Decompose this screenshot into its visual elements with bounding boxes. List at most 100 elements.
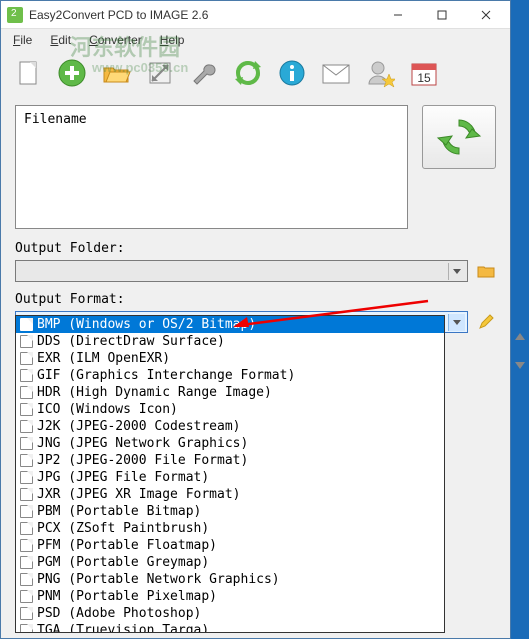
filelist-header: Filename [24, 112, 87, 127]
file-list[interactable]: Filename [15, 105, 408, 229]
format-option-label: EXR (ILM OpenEXR) [37, 351, 170, 366]
chevron-down-icon [448, 263, 465, 280]
format-option-label: ICO (Windows Icon) [37, 402, 178, 417]
refresh-button[interactable] [229, 54, 267, 92]
format-option[interactable]: EXR (ILM OpenEXR) [16, 350, 444, 367]
convert-icon [436, 114, 482, 160]
format-option-label: HDR (High Dynamic Range Image) [37, 385, 272, 400]
mail-icon [321, 61, 351, 85]
resize-button[interactable] [141, 54, 179, 92]
add-button[interactable] [53, 54, 91, 92]
scroll-up-icon[interactable] [513, 330, 527, 342]
mail-button[interactable] [317, 54, 355, 92]
folder-open-icon [477, 263, 495, 279]
format-option-label: PNM (Portable Pixelmap) [37, 589, 217, 604]
format-option-label: PGM (Portable Greymap) [37, 555, 209, 570]
format-option[interactable]: JP2 (JPEG-2000 File Format) [16, 452, 444, 469]
maximize-icon [437, 10, 447, 20]
app-icon [7, 7, 23, 23]
format-option-label: GIF (Graphics Interchange Format) [37, 368, 295, 383]
file-icon [20, 607, 33, 620]
file-icon [20, 437, 33, 450]
format-option-label: PBM (Portable Bitmap) [37, 504, 201, 519]
refresh-icon [233, 58, 263, 88]
close-icon [481, 10, 491, 20]
file-icon [20, 352, 33, 365]
menu-converter[interactable]: Converter [81, 31, 150, 49]
file-icon [20, 624, 33, 633]
app-window: Easy2Convert PCD to IMAGE 2.6 File Edit … [0, 0, 511, 639]
format-option[interactable]: JPG (JPEG File Format) [16, 469, 444, 486]
wrench-icon [190, 59, 218, 87]
maximize-button[interactable] [420, 2, 464, 28]
file-icon [20, 522, 33, 535]
format-option-label: TGA (Truevision Targa) [37, 623, 209, 633]
file-icon [20, 488, 33, 501]
folder-icon [101, 60, 131, 86]
close-button[interactable] [464, 2, 508, 28]
format-option-label: BMP (Windows or OS/2 Bitmap) [37, 317, 256, 332]
file-icon [20, 335, 33, 348]
file-icon [20, 386, 33, 399]
format-option[interactable]: ICO (Windows Icon) [16, 401, 444, 418]
format-option-label: DDS (DirectDraw Surface) [37, 334, 225, 349]
format-option[interactable]: PNM (Portable Pixelmap) [16, 588, 444, 605]
new-file-button[interactable] [9, 54, 47, 92]
file-icon [20, 454, 33, 467]
edit-format-button[interactable] [476, 313, 496, 331]
calendar-icon: 15 [409, 58, 439, 88]
calendar-button[interactable]: 15 [405, 54, 443, 92]
format-option[interactable]: TGA (Truevision Targa) [16, 622, 444, 633]
format-option[interactable]: JXR (JPEG XR Image Format) [16, 486, 444, 503]
file-icon [20, 369, 33, 382]
format-option[interactable]: PNG (Portable Network Graphics) [16, 571, 444, 588]
format-option-label: JP2 (JPEG-2000 File Format) [37, 453, 248, 468]
format-option[interactable]: PFM (Portable Floatmap) [16, 537, 444, 554]
titlebar: Easy2Convert PCD to IMAGE 2.6 [1, 1, 510, 29]
chevron-down-icon [448, 314, 465, 331]
menu-edit[interactable]: Edit [42, 31, 79, 49]
content-area: Filename [1, 95, 510, 239]
format-option[interactable]: GIF (Graphics Interchange Format) [16, 367, 444, 384]
file-icon [20, 556, 33, 569]
file-icon [20, 471, 33, 484]
minimize-button[interactable] [376, 2, 420, 28]
output-format-label: Output Format: [1, 290, 510, 311]
format-option[interactable]: JNG (JPEG Network Graphics) [16, 435, 444, 452]
format-option[interactable]: BMP (Windows or OS/2 Bitmap) [16, 316, 444, 333]
right-scrollbar-area [511, 330, 529, 370]
minimize-icon [393, 10, 403, 20]
file-icon [20, 318, 33, 331]
output-folder-combo[interactable] [15, 260, 468, 282]
file-icon [20, 403, 33, 416]
format-option-label: PFM (Portable Floatmap) [37, 538, 217, 553]
format-option[interactable]: J2K (JPEG-2000 Codestream) [16, 418, 444, 435]
format-option-label: JNG (JPEG Network Graphics) [37, 436, 248, 451]
file-icon [20, 505, 33, 518]
settings-button[interactable] [185, 54, 223, 92]
output-folder-label: Output Folder: [1, 239, 510, 260]
open-folder-button[interactable] [97, 54, 135, 92]
format-option[interactable]: HDR (High Dynamic Range Image) [16, 384, 444, 401]
format-dropdown[interactable]: BMP (Windows or OS/2 Bitmap) DDS (DirectD… [15, 315, 445, 633]
user-button[interactable] [361, 54, 399, 92]
file-icon [20, 590, 33, 603]
file-icon [20, 420, 33, 433]
browse-folder-button[interactable] [476, 262, 496, 280]
scroll-down-icon[interactable] [513, 358, 527, 370]
add-icon [57, 58, 87, 88]
format-option[interactable]: PBM (Portable Bitmap) [16, 503, 444, 520]
window-controls [376, 2, 508, 28]
format-option[interactable]: DDS (DirectDraw Surface) [16, 333, 444, 350]
format-option-label: J2K (JPEG-2000 Codestream) [37, 419, 241, 434]
info-icon [278, 59, 306, 87]
format-option[interactable]: PSD (Adobe Photoshop) [16, 605, 444, 622]
convert-button[interactable] [422, 105, 496, 169]
format-option-label: PSD (Adobe Photoshop) [37, 606, 201, 621]
resize-icon [146, 59, 174, 87]
format-option[interactable]: PGM (Portable Greymap) [16, 554, 444, 571]
format-option[interactable]: PCX (ZSoft Paintbrush) [16, 520, 444, 537]
menu-file[interactable]: File [5, 31, 40, 49]
info-button[interactable] [273, 54, 311, 92]
menu-help[interactable]: Help [152, 31, 193, 49]
